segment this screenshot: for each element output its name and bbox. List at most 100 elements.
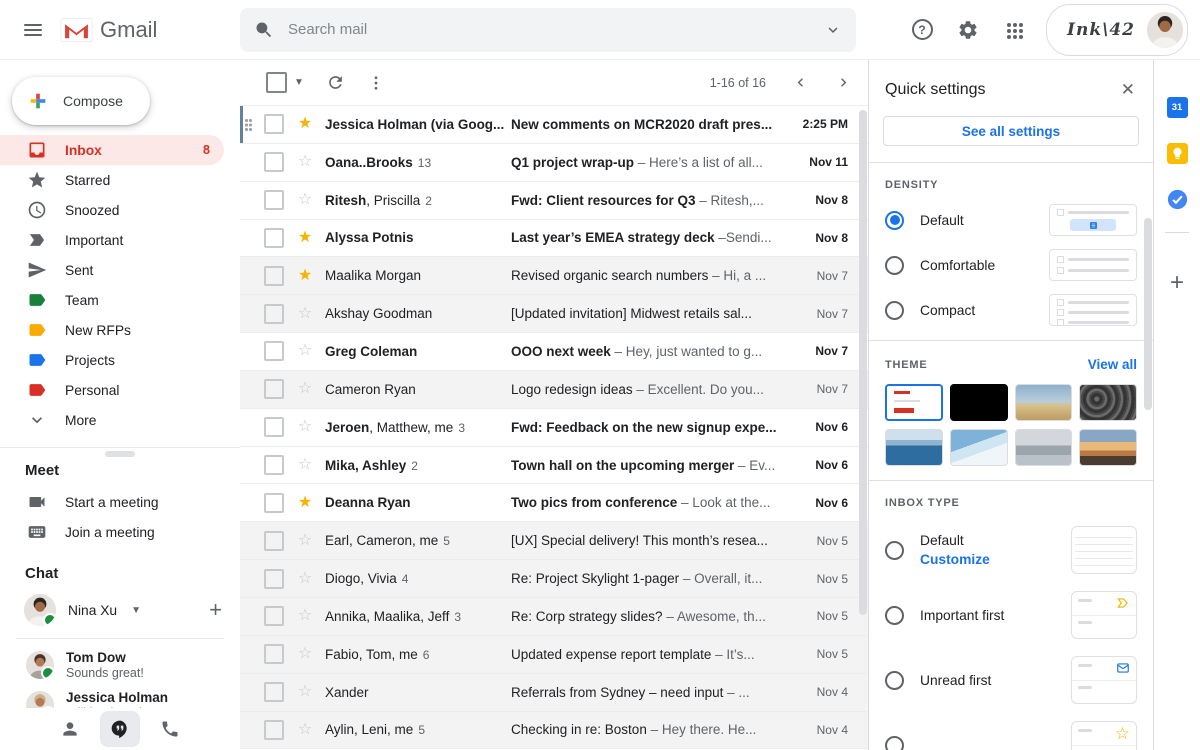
- email-row[interactable]: ☆ Oana..Brooks13 Q1 project wrap-up – He…: [240, 144, 868, 182]
- row-checkbox[interactable]: [264, 228, 284, 248]
- calls-tab[interactable]: [150, 711, 190, 747]
- radio-button[interactable]: [885, 211, 904, 230]
- star-icon[interactable]: ☆: [295, 571, 315, 587]
- star-icon[interactable]: ☆: [295, 306, 315, 322]
- search-input[interactable]: [286, 20, 824, 39]
- email-row[interactable]: ★ Deanna Ryan Two pics from conference –…: [240, 484, 868, 522]
- star-icon[interactable]: ★: [295, 268, 315, 284]
- radio-button[interactable]: [885, 606, 904, 625]
- meet-item-start-a-meeting[interactable]: Start a meeting: [0, 487, 240, 517]
- row-checkbox[interactable]: [264, 341, 284, 361]
- chevron-down-icon[interactable]: ▼: [131, 605, 141, 616]
- next-page-icon[interactable]: [835, 74, 852, 91]
- email-row[interactable]: ☆ Ritesh, Priscilla2 Fwd: Client resourc…: [240, 182, 868, 220]
- row-checkbox[interactable]: [264, 493, 284, 513]
- close-icon[interactable]: ✕: [1121, 80, 1135, 100]
- add-addon-button[interactable]: +: [1170, 269, 1184, 297]
- email-row[interactable]: ☆ Cameron Ryan Logo redesign ideas – Exc…: [240, 371, 868, 409]
- compose-button[interactable]: Compose: [12, 77, 150, 125]
- star-icon[interactable]: ★: [295, 116, 315, 132]
- row-checkbox[interactable]: [264, 455, 284, 475]
- sidebar-item-projects[interactable]: Projects: [0, 345, 224, 375]
- select-all-checkbox[interactable]: [266, 72, 287, 93]
- see-all-settings-button[interactable]: See all settings: [883, 116, 1139, 146]
- theme-thumbnail-ocean[interactable]: [885, 429, 943, 466]
- star-icon[interactable]: ★: [295, 230, 315, 246]
- density-option-compact[interactable]: Compact: [885, 294, 1137, 326]
- theme-thumbnail-dark[interactable]: [950, 384, 1008, 421]
- sidebar-item-snoozed[interactable]: Snoozed: [0, 195, 224, 225]
- email-row[interactable]: ☆ Jeroen, Matthew, me3 Fwd: Feedback on …: [240, 409, 868, 447]
- email-row[interactable]: ☆ Aylin, Leni, me5 Checking in re: Bosto…: [240, 712, 868, 750]
- radio-button[interactable]: [885, 256, 904, 275]
- sidebar-item-starred[interactable]: Starred: [0, 165, 224, 195]
- star-icon[interactable]: ☆: [295, 722, 315, 738]
- user-avatar[interactable]: [1147, 12, 1183, 48]
- new-chat-button[interactable]: +: [209, 597, 222, 623]
- theme-thumbnail-iceberg[interactable]: [950, 429, 1008, 466]
- search-options-chevron-icon[interactable]: [824, 21, 842, 39]
- row-checkbox[interactable]: [264, 152, 284, 172]
- google-apps-button[interactable]: [994, 10, 1034, 50]
- density-option-default[interactable]: Default: [885, 204, 1137, 236]
- sidebar-item-team[interactable]: Team: [0, 285, 224, 315]
- row-checkbox[interactable]: [264, 266, 284, 286]
- star-icon[interactable]: ★: [295, 495, 315, 511]
- row-checkbox[interactable]: [264, 190, 284, 210]
- select-dropdown-icon[interactable]: ▼: [294, 77, 304, 88]
- email-row[interactable]: ☆ Diogo, Vivia4 Re: Project Skylight 1-p…: [240, 560, 868, 598]
- email-row[interactable]: ☆ Greg Coleman OOO next week – Hey, just…: [240, 333, 868, 371]
- theme-thumbnail-beach[interactable]: [1015, 384, 1073, 421]
- sidebar-item-personal[interactable]: Personal: [0, 375, 224, 405]
- star-icon[interactable]: ☆: [295, 646, 315, 662]
- star-icon[interactable]: ☆: [295, 192, 315, 208]
- star-icon[interactable]: ☆: [295, 457, 315, 473]
- keep-button[interactable]: [1157, 130, 1197, 176]
- view-all-link[interactable]: View all: [1088, 357, 1137, 372]
- sidebar-item-important[interactable]: Important: [0, 225, 224, 255]
- sidebar-item-sent[interactable]: Sent: [0, 255, 224, 285]
- main-menu-icon[interactable]: [14, 11, 52, 49]
- search-bar[interactable]: [240, 8, 856, 52]
- hangouts-tab[interactable]: [100, 711, 140, 747]
- theme-thumbnail-mountains[interactable]: [1015, 429, 1073, 466]
- panel-scrollbar[interactable]: [1144, 218, 1152, 410]
- search-icon[interactable]: [254, 20, 274, 40]
- sidebar-item-inbox[interactable]: Inbox 8: [0, 135, 224, 165]
- email-row[interactable]: ☆ Fabio, Tom, me6 Updated expense report…: [240, 636, 868, 674]
- previous-page-icon[interactable]: [792, 74, 809, 91]
- meet-item-join-a-meeting[interactable]: Join a meeting: [0, 517, 240, 547]
- inbox-type-option-partial[interactable]: ☆: [885, 721, 1137, 750]
- calendar-button[interactable]: 31: [1157, 84, 1197, 130]
- email-row[interactable]: ☆ Akshay Goodman [Updated invitation] Mi…: [240, 295, 868, 333]
- row-checkbox[interactable]: [264, 417, 284, 437]
- chat-contact-tom-dow[interactable]: Tom Dow Sounds great!: [0, 645, 240, 685]
- theme-thumbnail-default[interactable]: [885, 384, 943, 421]
- star-icon[interactable]: ☆: [295, 381, 315, 397]
- sidebar-item-more[interactable]: More: [0, 405, 224, 435]
- drag-handle-icon[interactable]: [240, 106, 254, 143]
- row-checkbox[interactable]: [264, 606, 284, 626]
- email-row[interactable]: ★ Jessica Holman (via Goog... New commen…: [240, 106, 868, 144]
- star-icon[interactable]: ☆: [295, 343, 315, 359]
- row-checkbox[interactable]: [264, 379, 284, 399]
- row-checkbox[interactable]: [264, 304, 284, 324]
- row-checkbox[interactable]: [264, 531, 284, 551]
- contacts-tab[interactable]: [50, 711, 90, 747]
- row-checkbox[interactable]: [264, 569, 284, 589]
- settings-button[interactable]: [948, 10, 988, 50]
- inbox-type-option-important-first[interactable]: Important first: [885, 591, 1137, 639]
- row-checkbox[interactable]: [264, 720, 284, 740]
- star-icon[interactable]: ☆: [295, 154, 315, 170]
- theme-thumbnail-pebbles[interactable]: [1079, 384, 1137, 421]
- star-icon[interactable]: ☆: [295, 684, 315, 700]
- radio-button[interactable]: [885, 671, 904, 690]
- inbox-type-option-default[interactable]: Default Customize: [885, 526, 1137, 574]
- sidebar-item-new-rfps[interactable]: New RFPs: [0, 315, 224, 345]
- row-checkbox[interactable]: [264, 682, 284, 702]
- account-badge[interactable]: Ink\42: [1046, 4, 1188, 56]
- tasks-button[interactable]: [1157, 176, 1197, 222]
- density-option-comfortable[interactable]: Comfortable: [885, 249, 1137, 281]
- star-icon[interactable]: ☆: [295, 419, 315, 435]
- inbox-type-option-unread-first[interactable]: Unread first: [885, 656, 1137, 704]
